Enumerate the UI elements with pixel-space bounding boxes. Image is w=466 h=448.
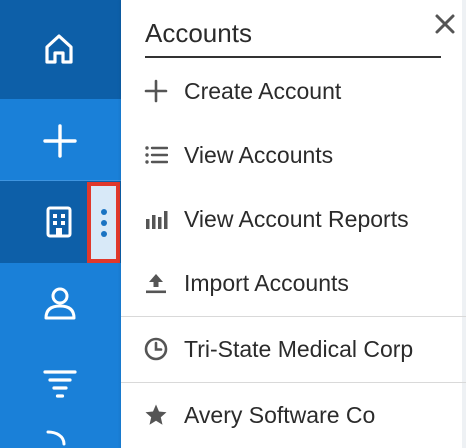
sidebar-item-filter[interactable] <box>0 343 121 423</box>
menu-item-import-accounts[interactable]: Import Accounts <box>121 255 466 311</box>
sidebar-item-more[interactable] <box>0 423 121 448</box>
partial-icon <box>46 430 66 446</box>
plus-icon <box>43 124 77 158</box>
recent-item-label: Tri-State Medical Corp <box>184 335 414 362</box>
panel-title: Accounts <box>145 16 441 58</box>
person-icon <box>44 287 76 320</box>
menu-divider <box>121 382 466 383</box>
accounts-more-options-button[interactable] <box>87 182 120 263</box>
home-icon <box>45 34 73 64</box>
menu-item-label: View Accounts <box>184 141 334 168</box>
sidebar-item-home[interactable] <box>0 0 121 99</box>
bar-chart-icon <box>143 206 169 232</box>
menu-item-view-account-reports[interactable]: View Account Reports <box>121 191 466 247</box>
building-icon <box>46 206 72 238</box>
menu-item-label: View Account Reports <box>184 205 409 232</box>
plus-icon <box>143 78 169 104</box>
kebab-dot-icon <box>100 219 107 226</box>
star-icon <box>143 402 169 428</box>
sidebar-item-contacts[interactable] <box>0 263 121 343</box>
upload-icon <box>143 270 169 296</box>
menu-item-view-accounts[interactable]: View Accounts <box>121 127 466 183</box>
clock-icon <box>143 336 169 362</box>
sidebar-item-quick-create[interactable] <box>0 99 121 181</box>
close-button[interactable] <box>431 10 459 38</box>
menu-item-create-account[interactable]: Create Account <box>121 63 466 119</box>
favorite-item-label: Avery Software Co <box>184 401 376 428</box>
kebab-dot-icon <box>100 230 107 237</box>
menu-divider <box>121 316 466 317</box>
accounts-menu-panel: Accounts Create Account View Accounts Vi… <box>121 0 466 448</box>
filter-icon <box>43 370 77 398</box>
close-icon <box>435 14 455 34</box>
menu-item-label: Create Account <box>184 77 342 104</box>
menu-item-label: Import Accounts <box>184 269 349 296</box>
recent-item[interactable]: Tri-State Medical Corp <box>121 321 466 377</box>
list-icon <box>143 142 169 168</box>
kebab-dot-icon <box>100 208 107 215</box>
favorite-item[interactable]: Avery Software Co <box>121 387 466 443</box>
